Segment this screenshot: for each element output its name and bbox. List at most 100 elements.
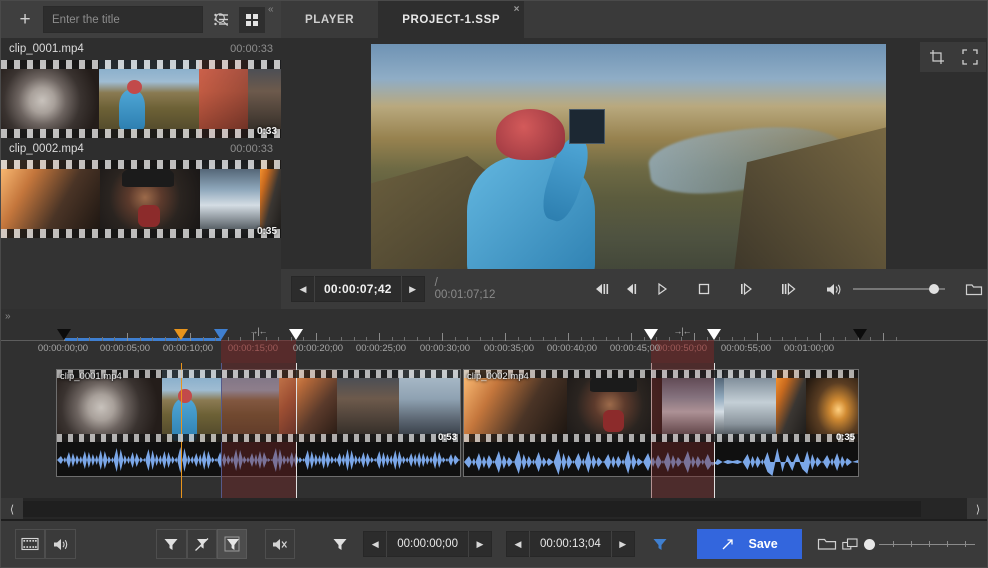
scrollbar-thumb[interactable]	[23, 501, 921, 517]
ruler-tick	[694, 333, 695, 341]
tab-close-icon[interactable]: ×	[514, 4, 520, 15]
bin-item-clip-0002[interactable]: clip_0002.mp4 00:00:33 0:35	[1, 138, 281, 238]
in-point-increment[interactable]: ▶	[469, 531, 491, 557]
out-point-stepper[interactable]: ◀ 00:00:13;04 ▶	[506, 531, 635, 557]
add-media-button[interactable]: +	[11, 6, 39, 34]
ruler-tick	[152, 337, 153, 341]
ruler-tick	[870, 337, 871, 341]
ruler-tick	[505, 333, 506, 341]
current-timecode[interactable]: 00:00:07;42	[314, 276, 402, 302]
media-bin-panel: clip_0001.mp4 00:00:33 0:33 clip_0002.mp…	[1, 38, 281, 309]
preview-corner-buttons	[920, 42, 986, 72]
timeline-clip-0001[interactable]: clip_0001.mp4 0:53	[56, 369, 461, 477]
filter-clear-icon[interactable]	[187, 529, 217, 559]
volume-slider[interactable]	[853, 288, 945, 290]
ruler-label: 00:00:25;00	[356, 343, 406, 354]
marker-end[interactable]	[853, 329, 867, 340]
bottom-toolbar: ◀ 00:00:00;00 ▶ ◀ 00:00:13;04 ▶ Save	[1, 519, 988, 567]
trim-handle-2[interactable]: →|←	[673, 326, 690, 336]
zoom-slider-knob[interactable]	[864, 539, 875, 550]
zoom-slider-track[interactable]	[879, 544, 975, 545]
clip-perforation	[464, 434, 858, 442]
ruler-label: 00:00:00;00	[38, 343, 88, 354]
ruler-tick	[114, 337, 115, 341]
stop-button[interactable]	[689, 275, 719, 303]
in-point-stepper[interactable]: ◀ 00:00:00;00 ▶	[363, 531, 492, 557]
crop-icon[interactable]	[920, 42, 953, 72]
tab-player[interactable]: PLAYER	[281, 1, 378, 38]
filter-icon[interactable]	[156, 529, 186, 559]
marker-in-2[interactable]	[644, 329, 658, 340]
next-frame-button[interactable]	[773, 275, 803, 303]
prev-frame-button[interactable]	[587, 275, 617, 303]
ruler-tick	[833, 337, 834, 341]
fullscreen-icon[interactable]	[953, 42, 986, 72]
grid-view-icon[interactable]	[239, 7, 265, 33]
filter-apply-icon[interactable]	[217, 529, 247, 559]
thumbnail-frame	[1, 60, 99, 138]
scrollbar-track[interactable]	[23, 498, 967, 520]
tab-project[interactable]: PROJECT-1.SSP ×	[378, 1, 524, 38]
scroll-right-button[interactable]: ⟩	[967, 498, 988, 520]
ruler-tick	[354, 337, 355, 341]
folder-icon[interactable]	[965, 275, 983, 303]
step-back-button[interactable]	[617, 275, 647, 303]
filmstrip-perforation	[1, 160, 281, 169]
timeline-horizontal-scrollbar[interactable]: ⟨ ⟩	[1, 498, 988, 520]
playhead-marker[interactable]	[174, 329, 188, 340]
mute-icon[interactable]	[265, 529, 295, 559]
bin-item-clip-0001[interactable]: clip_0001.mp4 00:00:33 0:33	[1, 38, 281, 138]
out-point-decrement[interactable]: ◀	[507, 531, 529, 557]
timeline-clip-label: clip_0002.mp4	[467, 371, 529, 382]
bin-item-time-label: 0:35	[257, 226, 277, 237]
video-preview[interactable]	[371, 44, 886, 293]
list-view-icon[interactable]	[208, 7, 234, 33]
clip-audio-waveform[interactable]	[57, 442, 460, 477]
ruler-tick	[631, 333, 632, 341]
folder-icon[interactable]	[812, 529, 842, 559]
search-box[interactable]	[43, 6, 203, 33]
ruler-label: 00:00:50;00	[657, 343, 707, 354]
ruler-tick	[845, 337, 846, 341]
timeline-track-area[interactable]: clip_0001.mp4 0:53	[1, 363, 988, 503]
current-time-stepper[interactable]: ◀ 00:00:07;42 ▶	[291, 276, 425, 302]
trim-handle-1[interactable]: →|←	[249, 326, 266, 336]
out-point-timecode[interactable]: 00:00:13;04	[529, 531, 612, 557]
play-button[interactable]	[647, 275, 677, 303]
panel-collapse-icon[interactable]: «	[268, 4, 274, 15]
speaker-icon[interactable]	[45, 529, 75, 559]
volume-slider-knob[interactable]	[929, 284, 939, 294]
timeline-ruler[interactable]: →|← →|← 00:00:00;00 00:00:05;00 00:00:10…	[1, 317, 988, 363]
filmstrip-perforation	[1, 60, 281, 69]
marker-out-2[interactable]	[707, 329, 721, 340]
timeline-clip-0002[interactable]: clip_0002.mp4 0:35	[463, 369, 859, 477]
volume-control[interactable]	[825, 282, 945, 297]
in-point-timecode[interactable]: 00:00:00;00	[386, 531, 469, 557]
ruler-label: 00:00:55;00	[721, 343, 771, 354]
ruler-tick	[341, 337, 342, 341]
time-step-forward-button[interactable]: ▶	[402, 276, 424, 302]
in-point-decrement[interactable]: ◀	[364, 531, 386, 557]
scroll-left-button[interactable]: ⟨	[1, 498, 23, 520]
ruler-tick	[77, 337, 78, 341]
ruler-label: 00:00:20;00	[293, 343, 343, 354]
filter-blue-icon[interactable]	[645, 529, 675, 559]
volume-icon[interactable]	[825, 282, 843, 297]
out-point-increment[interactable]: ▶	[612, 531, 634, 557]
save-button[interactable]: Save	[697, 529, 802, 559]
clip-audio-waveform[interactable]	[464, 442, 858, 477]
bin-item-filmstrip[interactable]: 0:35	[1, 160, 281, 238]
bin-item-filmstrip[interactable]: 0:33	[1, 60, 281, 138]
ruler-tick	[795, 337, 796, 341]
filter-small-icon[interactable]	[325, 529, 355, 559]
ruler-tick	[228, 337, 229, 341]
marker-out-2-line	[714, 363, 715, 503]
marker-out[interactable]	[289, 329, 303, 340]
search-input[interactable]	[44, 14, 214, 26]
timeline-zoom-control[interactable]	[842, 537, 975, 552]
mark-in-button[interactable]	[731, 275, 761, 303]
time-step-back-button[interactable]: ◀	[292, 276, 314, 302]
film-strip-icon[interactable]	[15, 529, 45, 559]
marker-start[interactable]	[57, 329, 71, 340]
marker-in[interactable]	[214, 329, 228, 340]
